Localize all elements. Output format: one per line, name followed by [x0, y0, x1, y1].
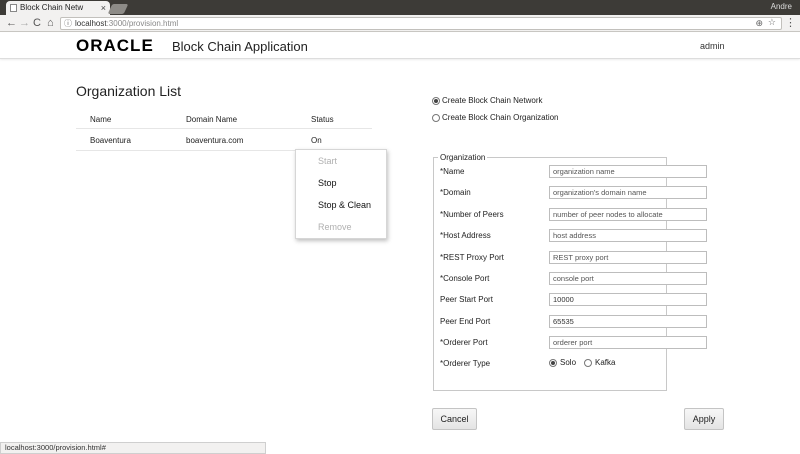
peer-start-port-field[interactable]	[549, 293, 707, 306]
create-organization-option[interactable]: Create Block Chain Organization	[432, 113, 559, 122]
form-row-peer-start: Peer Start Port	[440, 293, 710, 307]
organization-list-title: Organization List	[76, 83, 182, 99]
page-icon	[10, 4, 17, 12]
form-row-rest-proxy: *REST Proxy Port	[440, 251, 710, 265]
new-tab-button[interactable]	[107, 4, 129, 14]
address-bar[interactable]: ⓘ localhost:3000/provision.html ⊕ ☆	[60, 17, 782, 30]
solo-radio[interactable]	[549, 358, 557, 367]
form-row-console: *Console Port	[440, 272, 710, 286]
form-row-peer-end: Peer End Port	[440, 315, 710, 329]
name-field[interactable]	[549, 165, 707, 178]
forward-arrow-icon[interactable]: →	[19, 16, 30, 30]
status-bar-url: localhost:3000/provision.html#	[0, 442, 266, 454]
cancel-button[interactable]: Cancel	[432, 408, 477, 430]
window-titlebar: Block Chain Netw × Andre	[0, 0, 800, 15]
home-icon[interactable]: ⌂	[47, 16, 54, 30]
menu-item-stop-clean[interactable]: Stop & Clean	[296, 194, 386, 216]
organization-legend: Organization	[438, 153, 488, 162]
console-port-field[interactable]	[549, 272, 707, 285]
create-organization-label: Create Block Chain Organization	[442, 113, 559, 122]
form-row-domain: *Domain	[440, 186, 710, 200]
peer-end-port-field[interactable]	[549, 315, 707, 328]
table-header: Name Domain Name Status	[76, 110, 372, 129]
organization-table: Name Domain Name Status Boaventura boave…	[76, 110, 372, 151]
number-of-peers-label: *Number of Peers	[440, 210, 504, 219]
url-host: localhost	[75, 19, 107, 28]
browser-tab[interactable]: Block Chain Netw ×	[6, 1, 110, 15]
rest-proxy-port-label: *REST Proxy Port	[440, 253, 504, 262]
window-user-name: Andre	[770, 2, 792, 11]
menu-item-start: Start	[318, 156, 338, 166]
browser-toolbar: ← → C ⌂ ⓘ localhost:3000/provision.html …	[0, 15, 800, 32]
form-row-orderer-port: *Orderer Port	[440, 336, 710, 350]
form-row-host: *Host Address	[440, 229, 710, 243]
create-network-label: Create Block Chain Network	[442, 96, 543, 105]
apply-button[interactable]: Apply	[684, 408, 724, 430]
create-network-option[interactable]: Create Block Chain Network	[432, 96, 542, 105]
peer-end-port-label: Peer End Port	[440, 317, 491, 326]
form-row-name: *Name	[440, 165, 710, 179]
app-header: ORACLE Block Chain Application admin	[0, 33, 800, 59]
form-row-peers: *Number of Peers	[440, 208, 710, 222]
host-address-label: *Host Address	[440, 231, 491, 240]
column-header-domain: Domain Name	[186, 115, 238, 124]
reload-icon[interactable]: C	[33, 16, 41, 30]
org-domain-cell: boaventura.com	[186, 136, 244, 145]
peer-start-port-label: Peer Start Port	[440, 295, 493, 304]
orderer-port-label: *Orderer Port	[440, 338, 488, 347]
column-header-name: Name	[90, 115, 112, 124]
back-arrow-icon[interactable]: ←	[6, 16, 17, 30]
column-header-status: Status	[311, 115, 334, 124]
close-icon[interactable]: ×	[101, 1, 106, 15]
number-of-peers-field[interactable]	[549, 208, 707, 221]
app-title: Block Chain Application	[172, 39, 308, 54]
status-context-menu: Start Stop Stop & Clean Remove	[295, 149, 387, 239]
menu-item-remove: Remove	[318, 222, 352, 232]
create-organization-radio[interactable]	[432, 113, 440, 122]
bookmark-star-icon[interactable]: ☆	[768, 17, 776, 28]
org-status-cell[interactable]: On	[311, 136, 322, 145]
orderer-port-field[interactable]	[549, 336, 707, 349]
tab-title: Block Chain Netw	[20, 3, 84, 12]
org-name-cell: Boaventura	[90, 136, 131, 145]
orderer-type-label: *Orderer Type	[440, 359, 491, 368]
kafka-label: Kafka	[595, 358, 616, 367]
zoom-icon[interactable]: ⊕	[755, 18, 763, 29]
rest-proxy-port-field[interactable]	[549, 251, 707, 264]
create-network-radio[interactable]	[432, 96, 440, 105]
form-row-orderer-type: *Orderer Type Solo Kafka	[440, 357, 710, 371]
table-row[interactable]: Boaventura boaventura.com On	[76, 129, 372, 151]
domain-label: *Domain	[440, 188, 471, 197]
orderer-type-group: Solo Kafka	[549, 358, 623, 367]
url-path: :3000/provision.html	[106, 19, 179, 28]
domain-field[interactable]	[549, 186, 707, 199]
browser-menu-icon[interactable]: ⋮	[785, 16, 796, 30]
oracle-logo: ORACLE	[76, 36, 154, 55]
host-address-field[interactable]	[549, 229, 707, 242]
user-menu[interactable]: admin	[700, 41, 725, 51]
menu-item-stop[interactable]: Stop	[296, 172, 386, 194]
kafka-radio[interactable]	[584, 358, 593, 367]
console-port-label: *Console Port	[440, 274, 490, 283]
solo-label: Solo	[560, 358, 577, 367]
info-icon[interactable]: ⓘ	[64, 18, 72, 29]
name-label: *Name	[440, 167, 465, 176]
